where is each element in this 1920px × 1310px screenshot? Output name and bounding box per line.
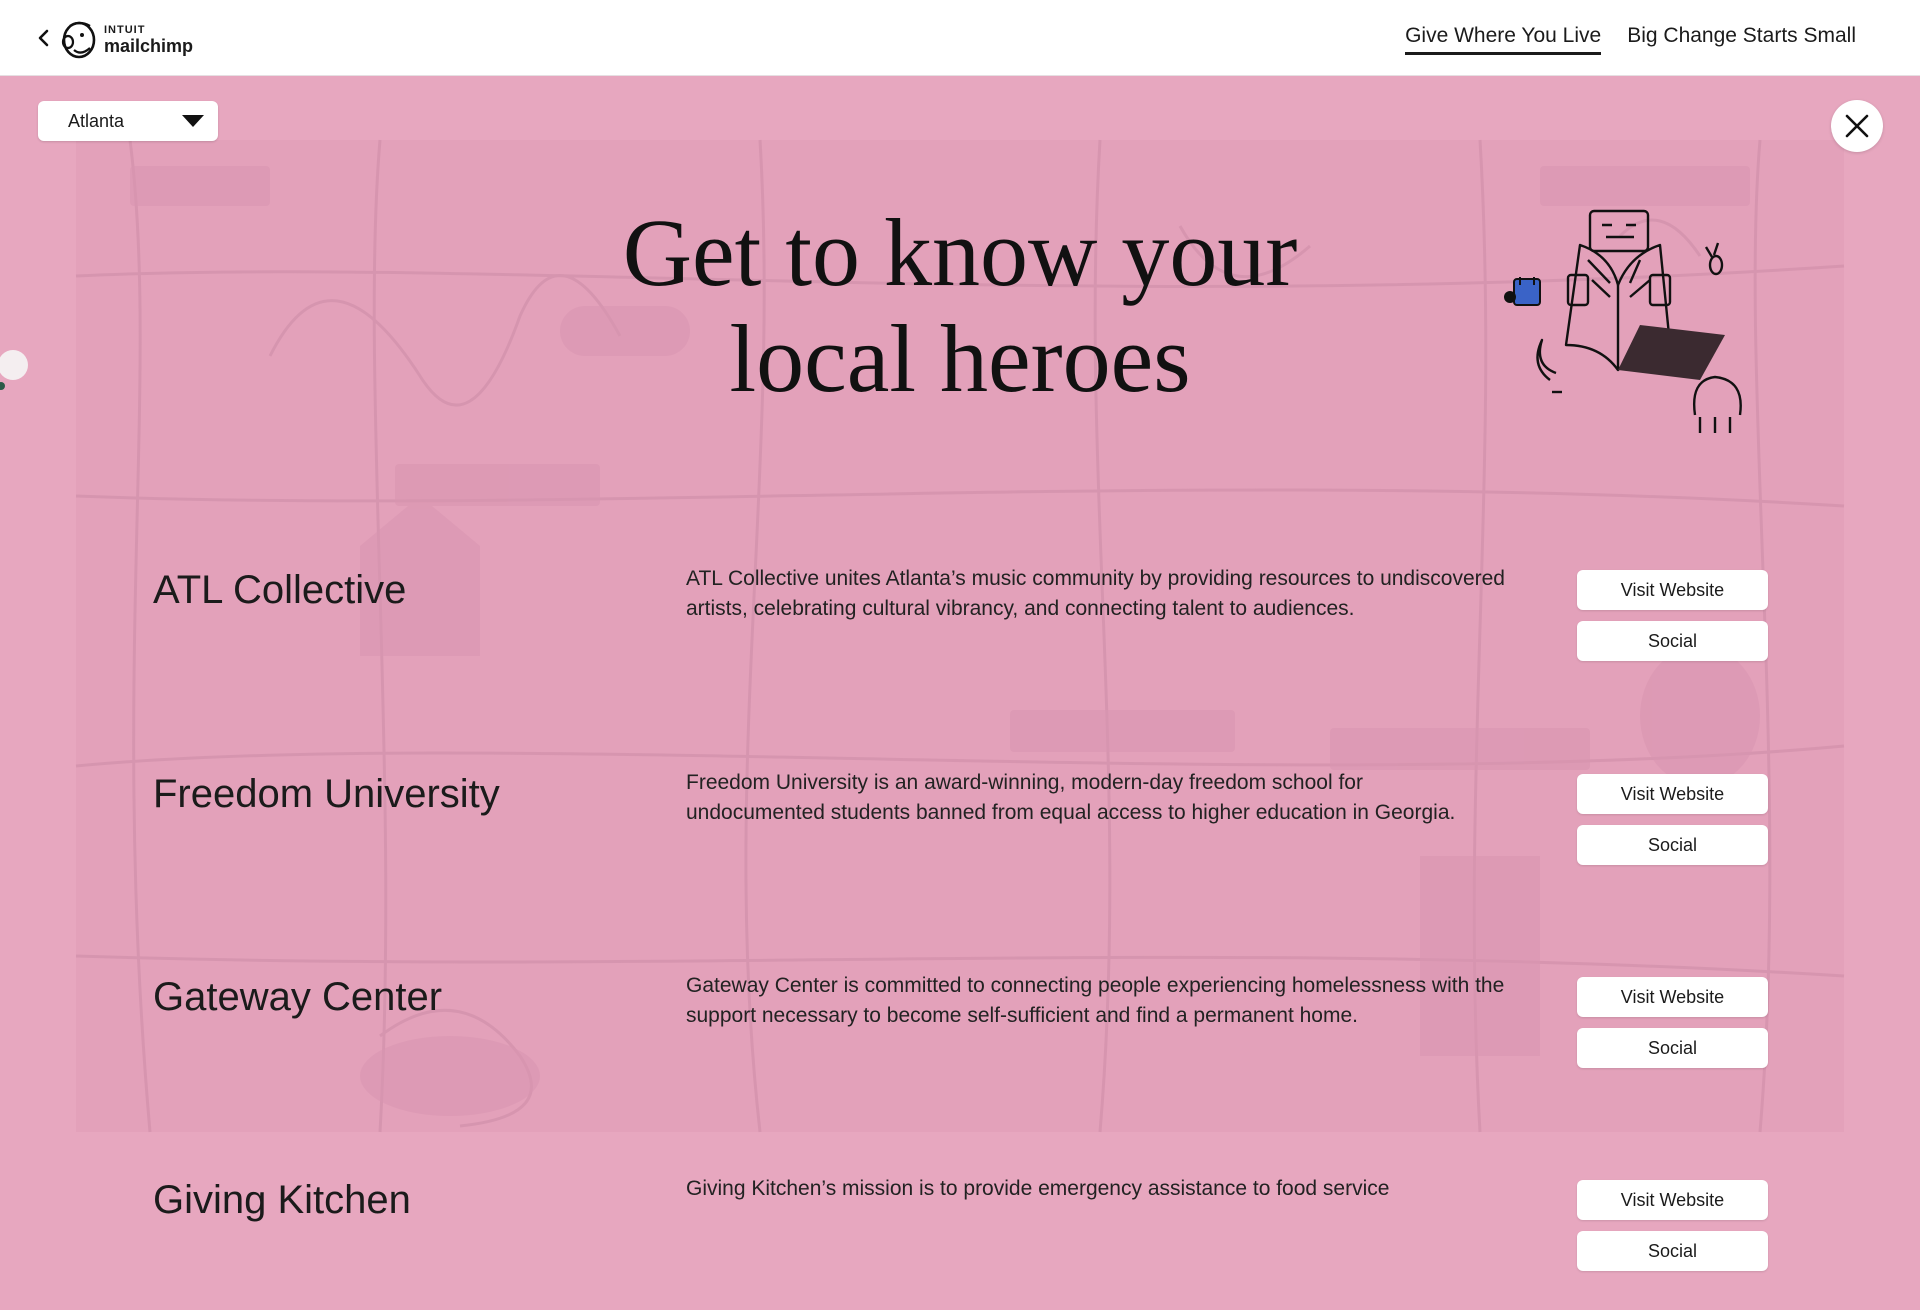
org-row-giving-kitchen: Giving Kitchen Giving Kitchen’s mission … [0, 1150, 1920, 1310]
social-button[interactable]: Social [1577, 1231, 1768, 1271]
city-select-value: Atlanta [68, 110, 125, 131]
social-button[interactable]: Social [1577, 1028, 1768, 1068]
org-row-atl-collective: ATL Collective ATL Collective unites Atl… [0, 540, 1920, 700]
top-bar: INTUIT mailchimp Give Where You Live Big… [0, 0, 1920, 76]
visit-website-button[interactable]: Visit Website [1577, 977, 1768, 1017]
nav-give-where-you-live[interactable]: Give Where You Live [1405, 24, 1602, 55]
org-name: ATL Collective [153, 568, 407, 612]
org-name: Freedom University [153, 772, 500, 816]
freddie-monkey-icon [61, 21, 96, 59]
org-row-freedom-university: Freedom University Freedom University is… [0, 744, 1920, 904]
city-select[interactable]: Atlanta [38, 101, 218, 141]
org-description: Gateway Center is committed to connectin… [686, 974, 1505, 1027]
page-headline: Get to know your local heroes [540, 200, 1380, 412]
close-button[interactable] [1831, 100, 1883, 152]
nav-big-change-starts-small[interactable]: Big Change Starts Small [1627, 24, 1856, 55]
logo-mailchimp-text: mailchimp [104, 36, 194, 56]
org-name: Giving Kitchen [153, 1178, 411, 1222]
visit-website-button[interactable]: Visit Website [1577, 774, 1768, 814]
org-description: ATL Collective unites Atlanta’s music co… [686, 567, 1505, 620]
main-nav: Give Where You Live Big Change Starts Sm… [1405, 24, 1856, 55]
visit-website-button[interactable]: Visit Website [1577, 1180, 1768, 1220]
headline-line-1: Get to know your [622, 199, 1298, 306]
social-button[interactable]: Social [1577, 825, 1768, 865]
mailchimp-logo[interactable]: INTUIT mailchimp [60, 18, 193, 62]
close-icon [1845, 114, 1869, 138]
headline-line-2: local heroes [729, 305, 1191, 412]
visit-website-button[interactable]: Visit Website [1577, 570, 1768, 610]
social-button[interactable]: Social [1577, 621, 1768, 661]
org-name: Gateway Center [153, 975, 443, 1019]
org-description: Freedom University is an award-winning, … [686, 771, 1456, 824]
reading-robot-illustration [1504, 209, 1742, 433]
dropdown-triangle-icon [182, 115, 204, 127]
back-chevron-icon[interactable] [32, 26, 56, 50]
org-row-gateway-center: Gateway Center Gateway Center is committ… [0, 947, 1920, 1107]
logo-intuit-text: INTUIT [104, 24, 146, 36]
